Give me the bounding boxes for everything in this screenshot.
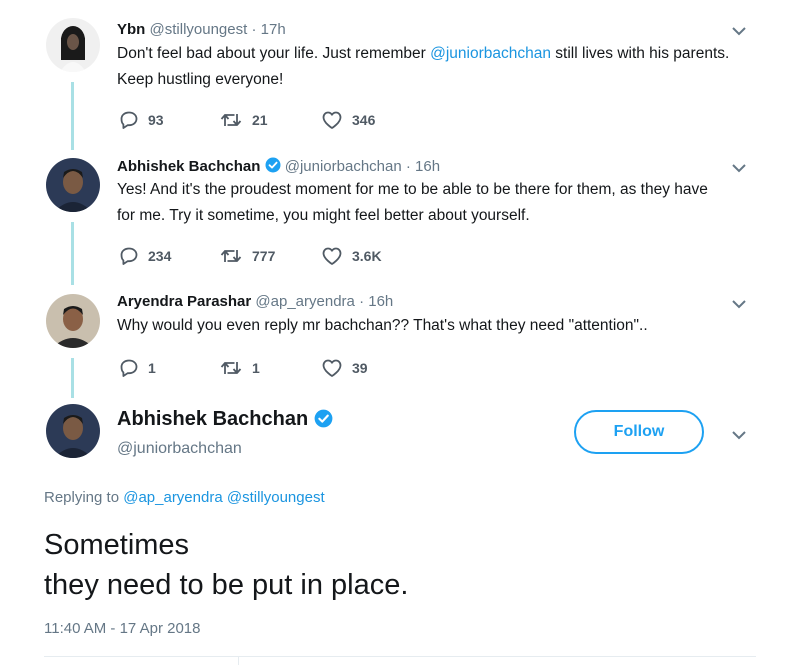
tweet-text: Don't feel bad about your life. Just rem… — [117, 41, 757, 93]
retweet-count: 21 — [252, 112, 268, 128]
replying-to-link[interactable]: @ap_aryendra — [123, 489, 222, 506]
retweet-button[interactable]: 777 — [219, 246, 321, 266]
reply-count: 1 — [148, 360, 156, 376]
chevron-down-icon[interactable] — [731, 430, 747, 440]
avatar[interactable] — [46, 158, 100, 212]
separator-dot: · — [405, 158, 411, 175]
author-name[interactable]: Ybn — [117, 21, 145, 38]
retweet-icon — [220, 114, 242, 126]
retweet-button[interactable]: 21 — [219, 110, 321, 130]
like-count: 346 — [352, 112, 376, 128]
author-handle[interactable]: @stillyoungest — [150, 21, 248, 38]
reply-icon — [120, 359, 138, 377]
author-name[interactable]: Abhishek Bachchan — [117, 158, 260, 175]
avatar[interactable] — [46, 404, 100, 458]
author-handle[interactable]: @ap_aryendra — [255, 293, 354, 310]
tweet-actions: 234 777 3.6K — [119, 246, 382, 266]
main-author-name-row: Abhishek Bachchan — [117, 408, 333, 431]
tweet-time[interactable]: 16h — [415, 158, 440, 175]
reply-button[interactable]: 93 — [119, 110, 219, 130]
divider — [238, 656, 239, 665]
tweet-actions: 1 1 39 — [119, 358, 368, 378]
like-button[interactable]: 3.6K — [321, 246, 382, 266]
reply-count: 93 — [148, 112, 164, 128]
avatar[interactable] — [46, 294, 100, 348]
main-author-name[interactable]: Abhishek Bachchan — [117, 408, 308, 430]
like-icon — [322, 359, 342, 377]
chevron-down-icon[interactable] — [731, 26, 747, 36]
tweet-text: Yes! And it's the proudest moment for me… — [117, 181, 708, 224]
like-icon — [322, 111, 342, 129]
replying-to-label: Replying to — [44, 489, 120, 506]
author-name[interactable]: Aryendra Parashar — [117, 293, 251, 310]
replying-to: Replying to @ap_aryendra @stillyoungest — [44, 489, 325, 506]
tweet-text: Why would you even reply mr bachchan?? T… — [117, 317, 648, 334]
like-count: 3.6K — [352, 248, 382, 264]
follow-button[interactable]: Follow — [574, 410, 704, 454]
thread-line — [71, 358, 74, 398]
main-tweet-text-line: they need to be put in place. — [44, 569, 409, 601]
like-count: 39 — [352, 360, 368, 376]
tweet-actions: 93 21 346 — [119, 110, 375, 130]
separator-dot: · — [359, 293, 365, 310]
tweet-header: Aryendra Parashar @ap_aryendra · 16h — [117, 293, 393, 310]
thread-line — [71, 222, 74, 285]
divider — [44, 656, 756, 657]
thread-line — [71, 82, 74, 150]
tweet-header: Abhishek Bachchan @juniorbachchan · 16h — [117, 157, 440, 175]
like-button[interactable]: 39 — [321, 358, 368, 378]
mention-link[interactable]: @juniorbachchan — [430, 45, 551, 62]
tweet-time[interactable]: 16h — [368, 293, 393, 310]
like-button[interactable]: 346 — [321, 110, 375, 130]
reply-icon — [120, 111, 138, 129]
chevron-down-icon[interactable] — [731, 299, 747, 309]
tweet-text-part: Don't feel bad about your life. Just rem… — [117, 45, 431, 62]
like-icon — [322, 247, 342, 265]
tweet-time[interactable]: 17h — [261, 21, 286, 38]
verified-badge-icon — [265, 157, 281, 173]
verified-badge-icon — [314, 409, 333, 428]
reply-button[interactable]: 234 — [119, 246, 219, 266]
retweet-icon — [220, 362, 242, 374]
avatar[interactable] — [46, 18, 100, 72]
tweet-timestamp[interactable]: 11:40 AM - 17 Apr 2018 — [44, 620, 201, 637]
main-tweet-text: Sometimes they need to be put in place. — [44, 525, 408, 605]
tweet-header: Ybn @stillyoungest · 17h — [117, 21, 286, 38]
replying-to-link[interactable]: @stillyoungest — [227, 489, 325, 506]
retweet-count: 1 — [252, 360, 260, 376]
retweet-button[interactable]: 1 — [219, 358, 321, 378]
reply-icon — [120, 247, 138, 265]
main-tweet-text-line: Sometimes — [44, 529, 190, 561]
retweet-count: 777 — [252, 248, 276, 264]
separator-dot: · — [251, 21, 257, 38]
author-handle[interactable]: @juniorbachchan — [285, 158, 402, 175]
chevron-down-icon[interactable] — [731, 163, 747, 173]
main-author-handle[interactable]: @juniorbachchan — [117, 440, 242, 458]
reply-count: 234 — [148, 248, 172, 264]
retweet-icon — [220, 250, 242, 262]
reply-button[interactable]: 1 — [119, 358, 219, 378]
